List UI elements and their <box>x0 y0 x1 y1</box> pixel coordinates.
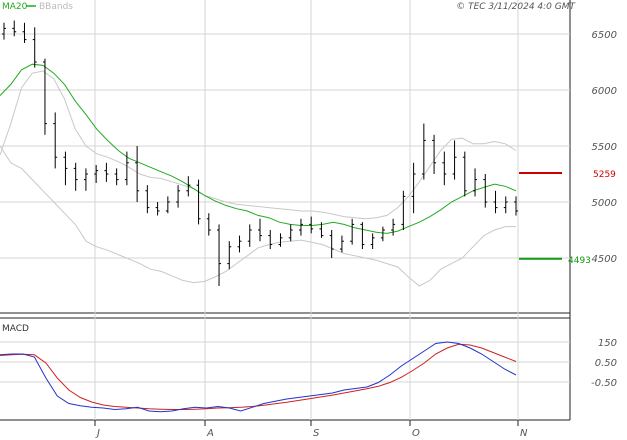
legend-ma20: MA20 <box>2 2 28 12</box>
legend-bbands: BBands <box>39 2 73 12</box>
price-bars <box>2 20 518 286</box>
price-tick-label: 6000 <box>592 86 617 97</box>
macd-lines <box>0 341 517 413</box>
month-tick-label: O <box>412 428 420 439</box>
resistance-label: 5259 <box>593 170 616 180</box>
macd-tick-label: 150 <box>598 338 617 349</box>
support-label: 4493 <box>568 256 591 266</box>
macd-label: MACD <box>2 324 29 334</box>
macd-tick-label: 0.50 <box>595 358 617 369</box>
month-tick-label: S <box>313 428 320 439</box>
stock-chart: 5259 4493 6500 6000 5500 5000 4500 150 0.50 -0.… <box>0 0 617 439</box>
bband-upper-line <box>0 70 517 220</box>
month-axis-labels: JASON <box>95 428 528 439</box>
price-tick-label: 4500 <box>592 254 617 265</box>
month-tick-label: J <box>95 428 100 439</box>
copyright-timestamp: © TEC 3/11/2024 4:0 GMT <box>456 2 576 12</box>
price-axis-labels: 6500 6000 5500 5000 4500 <box>592 30 617 265</box>
signal-line <box>0 343 517 410</box>
month-tick-label: N <box>520 428 528 439</box>
month-tick-label: A <box>206 428 214 439</box>
bband-lower-line <box>0 145 516 287</box>
price-tick-label: 5500 <box>592 142 617 153</box>
price-tick-label: 5000 <box>592 198 617 209</box>
price-levels: 5259 4493 <box>519 170 616 266</box>
macd-axis-labels: 150 0.50 -0.50 <box>591 338 617 389</box>
macd-tick-label: -0.50 <box>591 378 617 389</box>
grid-lines <box>0 0 570 426</box>
price-tick-label: 6500 <box>592 30 617 41</box>
